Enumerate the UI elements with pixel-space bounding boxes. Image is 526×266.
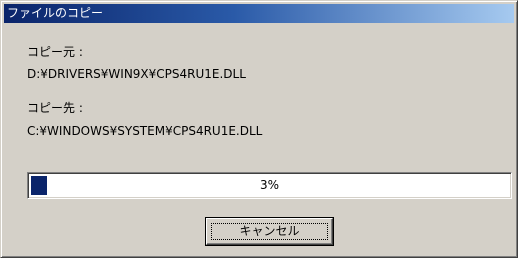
cancel-button[interactable]: キャンセル (206, 218, 333, 245)
destination-path: C:¥WINDOWS¥SYSTEM¥CPS4RU1E.DLL (27, 124, 263, 138)
window-title: ファイルのコピー (7, 6, 104, 20)
cancel-button-label: キャンセル (211, 223, 328, 240)
file-copy-dialog: ファイルのコピー コピー元 : D:¥DRIVERS¥WIN9X¥CPS4RU1… (0, 0, 518, 258)
source-label: コピー元 : (27, 45, 83, 59)
title-bar[interactable]: ファイルのコピー (4, 4, 514, 23)
progress-percent-text: 3% (259, 178, 280, 192)
source-path: D:¥DRIVERS¥WIN9X¥CPS4RU1E.DLL (27, 67, 246, 81)
progress-bar: 3% (27, 172, 512, 199)
destination-label: コピー先 : (27, 101, 83, 115)
